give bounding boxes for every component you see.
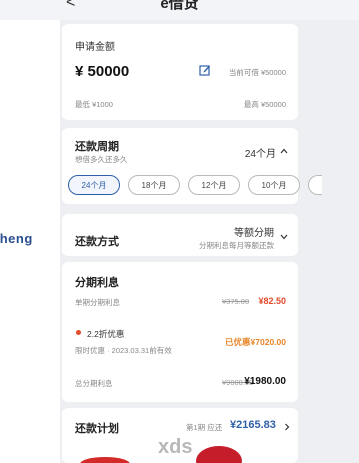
period-option-24[interactable]: 24个月 [68, 175, 120, 195]
watermark: xds [158, 436, 193, 458]
chevron-down-icon[interactable] [280, 234, 288, 240]
plan-first-amount: ¥2165.83 [230, 419, 276, 431]
method-card[interactable]: 还款方式 等额分期 分期利息每月等额还款 [62, 214, 298, 256]
header: < e借贷 [0, 0, 359, 20]
period-options: 24个月 18个月 12个月 10个月 [68, 175, 322, 195]
period-title: 还款周期 [75, 141, 119, 153]
method-value: 等额分期 [234, 228, 274, 239]
coupon-title: 2.2折优惠 [87, 329, 125, 339]
coupon-expiry: 限时优惠 · 2023.03.31前有效 [75, 346, 172, 355]
chevron-right-icon[interactable] [284, 423, 290, 431]
amount-value[interactable]: ¥ 50000 [75, 63, 129, 80]
period-card: 还款周期 想借多久还多久 24个月 24个月 18个月 12个月 10个月 [62, 128, 322, 204]
method-desc: 分期利息每月等额还款 [199, 241, 274, 250]
method-title: 还款方式 [75, 236, 119, 248]
max-amount: 最高 ¥50000 [243, 100, 286, 109]
interest-card: 分期利息 单期分期利息 ¥375.00 ¥82.50 2.2折优惠 限时优惠 ·… [62, 262, 298, 402]
per-period-interest-original: ¥375.00 [222, 297, 250, 306]
coupon-value: 已优惠¥7020.00 [225, 337, 286, 347]
period-selected[interactable]: 24个月 [245, 145, 276, 160]
plan-first-label: 第1期 应还 [186, 423, 223, 432]
per-period-interest-label: 单期分期利息 [75, 298, 120, 307]
coupon-dot-icon [76, 330, 81, 335]
period-option-12[interactable]: 12个月 [188, 175, 240, 195]
period-subtitle: 想借多久还多久 [75, 155, 128, 164]
total-interest-discounted: ¥1980.00 [244, 376, 286, 387]
apply-amount-card: 申请金额 ¥ 50000 当前可借 ¥50000 最低 ¥1000 最高 ¥50… [62, 24, 298, 120]
per-period-interest-discounted: ¥82.50 [258, 296, 286, 306]
chevron-up-icon[interactable] [280, 148, 288, 154]
total-interest-label: 总分期利息 [75, 379, 113, 388]
plan-title: 还款计划 [75, 423, 119, 435]
page-title: e借贷 [160, 0, 199, 12]
period-option-18[interactable]: 18个月 [128, 175, 180, 195]
edit-icon[interactable] [199, 64, 211, 76]
period-option-more[interactable] [308, 175, 322, 195]
side-text: cheng [0, 231, 33, 246]
limit-hint: 当前可借 ¥50000 [228, 68, 286, 77]
min-amount: 最低 ¥1000 [75, 100, 113, 109]
apply-label: 申请金额 [75, 42, 115, 53]
period-option-10[interactable]: 10个月 [248, 175, 300, 195]
interest-title: 分期利息 [75, 277, 119, 289]
